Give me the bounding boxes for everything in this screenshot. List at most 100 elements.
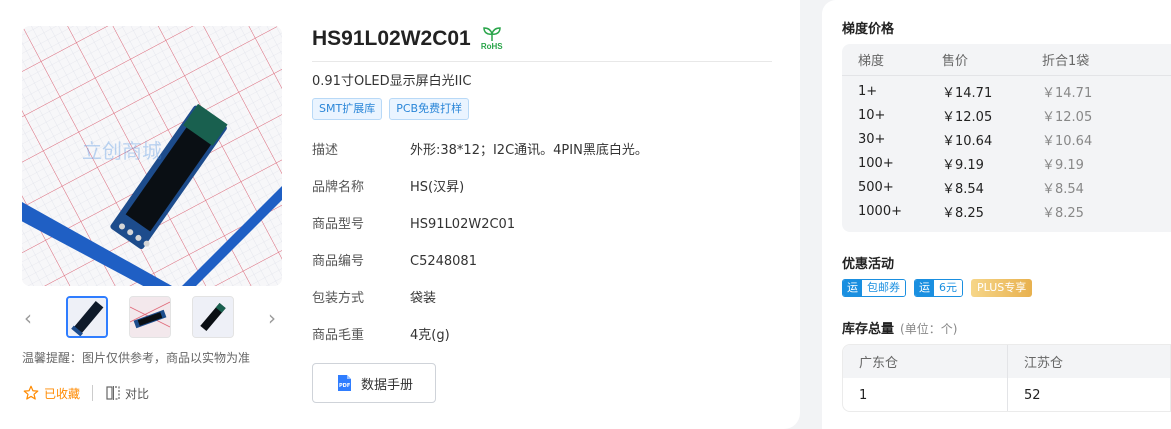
compare-label: 对比 [125,386,150,401]
leaf-icon [482,27,501,42]
price-qty: 100+ [858,155,894,171]
price-per-bag: ￥10.64 [1042,133,1093,149]
warehouse-jiangsu-header: 江苏仓 [1024,356,1064,371]
thumb-next-arrow-icon[interactable]: › [268,308,276,328]
price-qty: 10+ [858,107,886,123]
attr-key: 商品毛重 [312,328,365,343]
thumbnail-strip: ‹ › [22,296,282,340]
compare-icon [106,386,120,400]
attr-model: 商品型号 HS91L02W2C01 [312,213,515,232]
thumbnail-image [68,298,106,336]
price-row: 500+ ￥8.54 ￥8.54 [842,175,1171,199]
rohs-badge: RoHS [481,26,503,51]
favorite-label: 已收藏 [44,386,81,401]
header-per-bag: 折合1袋 [1042,54,1090,69]
title-divider [312,61,772,62]
compare-button[interactable]: 对比 [105,385,149,402]
price-row: 100+ ￥9.19 ￥9.19 [842,151,1171,175]
product-card: 立创商城 ‹ › 温馨提醒：图片仅供参考，商品以实物为准 已收藏 对比 HS91… [0,0,800,429]
favorite-compare-row: 已收藏 对比 [22,382,149,404]
price-qty: 1+ [858,83,878,99]
price-qty: 30+ [858,131,886,147]
price-per-bag: ￥9.19 [1042,157,1084,173]
header-price: 售价 [942,54,969,69]
price-rows: 1+ ￥14.71 ￥14.71 10+ ￥12.05 ￥12.05 30+ ￥… [842,76,1171,223]
price-row: 10+ ￥12.05 ￥12.05 [842,103,1171,127]
attr-value[interactable]: HS(汉昇) [410,180,464,195]
attr-brand: 品牌名称 HS(汉昇) [312,176,464,195]
promo-section-title: 优惠活动 [842,257,895,272]
datasheet-button[interactable]: PDF 数据手册 [312,363,436,403]
pdf-icon: PDF [337,375,351,391]
stock-guangdong-value: 1 [843,378,1008,411]
price-table-header: 梯度 售价 折合1袋 [842,44,1171,76]
price-qty: 500+ [858,179,894,195]
price-row: 30+ ￥10.64 ￥10.64 [842,127,1171,151]
shipping-discount-coupon[interactable]: 运 6元 [914,279,963,297]
promo-badges: 运 包邮券 运 6元 PLUS专享 [842,279,1033,297]
price-per-bag: ￥8.54 [1042,181,1084,197]
plus-exclusive-badge[interactable]: PLUS专享 [971,279,1033,297]
stock-unit: (单位：个) [900,322,958,336]
price-value: ￥12.05 [942,109,993,125]
tag-pcb-proto[interactable]: PCB免费打样 [389,98,470,120]
price-value: ￥8.25 [942,205,984,221]
star-icon [23,385,39,400]
price-section-title: 梯度价格 [842,22,895,37]
price-value: ￥14.71 [942,85,993,101]
attr-value: 4克(g) [410,328,450,343]
price-row: 1000+ ￥8.25 ￥8.25 [842,199,1171,223]
stock-row: 1 52 [843,378,1170,411]
attr-description: 描述 外形:38*12；I2C通讯。4PIN黑底白光。 [312,139,648,158]
attr-value: HS91L02W2C01 [410,217,516,232]
attr-key: 描述 [312,143,339,158]
stock-jiangsu-value: 52 [1024,387,1041,403]
stock-title: 库存总量 [842,322,895,337]
thumb-prev-arrow-icon[interactable]: ‹ [24,308,32,328]
product-tags: SMT扩展库 PCB免费打样 [312,98,470,120]
attr-key: 商品型号 [312,217,365,232]
price-per-bag: ￥12.05 [1042,109,1093,125]
coupon-badge: 运 [843,280,862,296]
favorite-button[interactable]: 已收藏 [22,384,80,402]
stock-section-title: 库存总量 (单位：个) [842,318,957,337]
attr-value: C5248081 [410,254,477,269]
free-shipping-coupon[interactable]: 运 包邮券 [842,279,906,297]
product-main-image[interactable]: 立创商城 [22,26,282,286]
price-row: 1+ ￥14.71 ￥14.71 [842,79,1171,103]
thumbnail-2[interactable] [129,296,171,338]
price-per-bag: ￥14.71 [1042,85,1093,101]
thumbnail-image [193,297,233,337]
thumbnail-image [130,297,170,337]
header-qty: 梯度 [858,54,885,69]
stock-table-header: 广东仓 江苏仓 [843,345,1170,378]
attr-value: 外形:38*12；I2C通讯。4PIN黑底白光。 [410,143,648,158]
attr-sku: 商品编号 C5248081 [312,250,477,269]
attr-key: 商品编号 [312,254,365,269]
rohs-label: RoHS [480,42,503,51]
attr-key: 品牌名称 [312,180,365,195]
stock-table: 广东仓 江苏仓 1 52 [842,344,1171,412]
thumbnail-1[interactable] [66,296,108,338]
attr-value: 袋装 [410,291,437,306]
divider [92,385,94,401]
coupon-text: 6元 [934,280,962,296]
price-value: ￥8.54 [942,181,984,197]
pricing-card: 梯度价格 梯度 售价 折合1袋 1+ ￥14.71 ￥14.71 10+ ￥12… [822,0,1171,429]
warehouse-guangdong-header: 广东仓 [843,345,1008,378]
price-table: 梯度 售价 折合1袋 1+ ￥14.71 ￥14.71 10+ ￥12.05 ￥… [842,44,1171,232]
price-value: ￥10.64 [942,133,993,149]
tag-smt-library[interactable]: SMT扩展库 [312,98,383,120]
watermark-text: 立创商城 [82,139,162,163]
product-subtitle: 0.91寸OLED显示屏白光IIC [312,74,472,89]
datasheet-label: 数据手册 [360,377,413,393]
image-disclaimer: 温馨提醒：图片仅供参考，商品以实物为准 [22,351,251,365]
thumbnail-3[interactable] [192,296,234,338]
svg-text:PDF: PDF [339,383,350,389]
coupon-badge: 运 [915,280,934,296]
attr-key: 包装方式 [312,291,365,306]
coupon-text: 包邮券 [862,280,905,296]
product-title: HS91L02W2C01 [312,26,471,50]
attr-weight: 商品毛重 4克(g) [312,324,450,343]
oled-module-photo: 立创商城 [22,26,282,286]
